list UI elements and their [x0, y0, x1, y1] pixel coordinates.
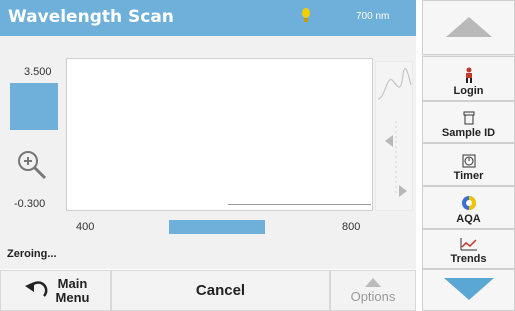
cancel-button[interactable]: Cancel — [111, 270, 330, 311]
aqa-icon — [461, 196, 476, 210]
options-button[interactable]: Options — [330, 270, 416, 311]
login-button[interactable]: Login — [422, 56, 515, 101]
zoom-in-icon[interactable] — [15, 148, 49, 182]
trend-chart-icon — [460, 238, 477, 251]
bottom-toolbar: Main Menu Cancel Options — [0, 270, 416, 311]
aqa-label: AQA — [456, 213, 481, 225]
sample-id-button[interactable]: Sample ID — [422, 101, 515, 143]
scan-baseline — [228, 204, 371, 205]
aqa-button[interactable]: AQA — [422, 186, 515, 229]
y-axis-max-label: 3.500 — [24, 66, 52, 78]
lamp-icon — [302, 8, 310, 22]
timer-icon — [462, 154, 475, 168]
chevron-up-icon — [365, 277, 381, 287]
x-axis-button[interactable] — [169, 220, 265, 234]
timer-button[interactable]: Timer — [422, 143, 515, 186]
x-axis-max-label: 800 — [342, 221, 361, 233]
plot-area — [66, 58, 373, 211]
timer-label: Timer — [453, 170, 484, 182]
scan-graph-area: 3.500 -0.300 400 800 Zeroing... — [0, 36, 416, 269]
person-icon — [465, 67, 472, 83]
chevron-down-icon — [443, 278, 494, 300]
back-arrow-icon — [24, 280, 47, 297]
scroll-down-button[interactable] — [422, 269, 515, 311]
graph-navigation[interactable] — [375, 61, 413, 211]
trends-button[interactable]: Trends — [422, 229, 515, 269]
wavelength-readout: 700 nm — [356, 11, 390, 22]
y-axis-min-label: -0.300 — [14, 198, 46, 210]
y-axis-button[interactable] — [10, 83, 58, 130]
status-text: Zeroing... — [7, 248, 57, 260]
scroll-up-button[interactable] — [422, 0, 515, 55]
trends-label: Trends — [450, 253, 487, 265]
sample-id-label: Sample ID — [441, 127, 496, 139]
page-title: Wavelength Scan — [8, 7, 174, 27]
title-bar: Wavelength Scan 700 nm — [0, 0, 416, 36]
chevron-up-icon — [445, 16, 492, 37]
sample-vial-icon — [463, 111, 474, 125]
x-axis-min-label: 400 — [76, 221, 95, 233]
options-label: Options — [350, 288, 396, 304]
login-label: Login — [453, 85, 484, 97]
sidebar: Login Sample ID Timer AQA Trends — [422, 0, 515, 311]
main-menu-button[interactable]: Main Menu — [0, 270, 111, 311]
main-menu-label: Main Menu — [55, 275, 90, 305]
